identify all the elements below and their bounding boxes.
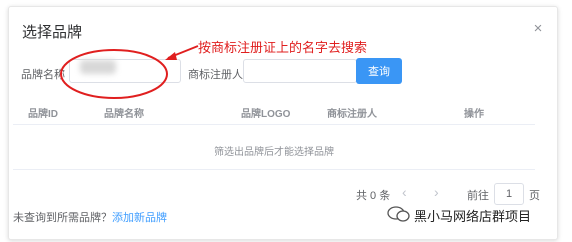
column-header-registrant: 商标注册人: [327, 109, 377, 120]
footer-text: 未查询到所需品牌？添加新品牌: [13, 209, 167, 225]
pagination-total: 共 0 条: [356, 190, 391, 202]
column-header-brand-id: 品牌ID: [28, 109, 58, 120]
prev-page-icon[interactable]: ‹: [402, 184, 407, 200]
watermark-text: 黑小马网络店群项目: [414, 209, 532, 224]
goto-label: 前往: [467, 190, 489, 202]
table-empty-text: 筛选出品牌后才能选择品牌: [214, 147, 334, 158]
next-page-icon[interactable]: ›: [434, 184, 439, 200]
table-header-divider: [13, 124, 535, 125]
table-bottom-divider: [13, 169, 535, 170]
column-header-brand-name: 品牌名称: [104, 109, 144, 120]
wechat-icon: [387, 206, 410, 222]
footer-question: 未查询到所需品牌？: [13, 212, 112, 224]
add-brand-link[interactable]: 添加新品牌: [112, 212, 167, 224]
page-number-input[interactable]: [494, 183, 524, 205]
page-unit-label: 页: [529, 190, 540, 202]
annotation-ellipse: [60, 49, 168, 99]
annotation-arrow-head: [165, 52, 177, 60]
column-header-brand-logo: 品牌LOGO: [241, 109, 291, 120]
column-header-actions: 操作: [464, 109, 484, 120]
